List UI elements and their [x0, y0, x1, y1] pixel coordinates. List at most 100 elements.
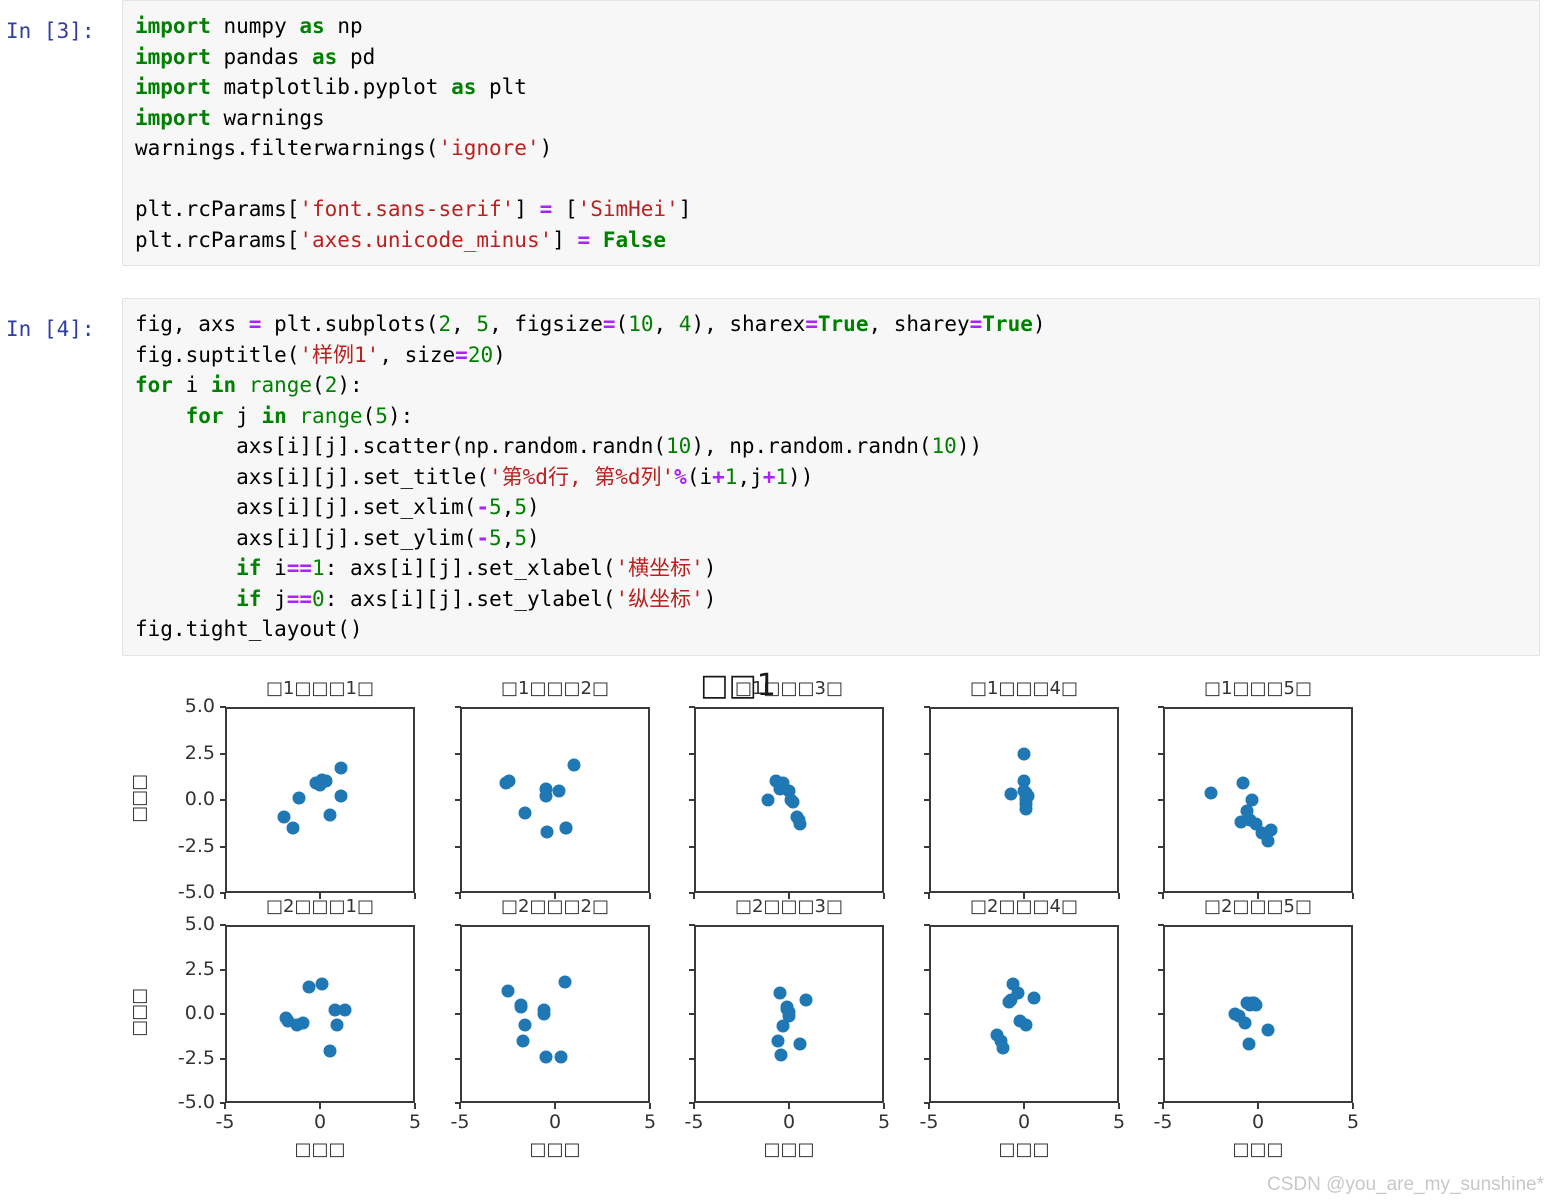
- y-tick-label: -5.0: [177, 1091, 215, 1113]
- y-tick-mark: [220, 845, 226, 848]
- scatter-point: [786, 795, 800, 809]
- scatter-point: [790, 810, 804, 824]
- scatter-point: [558, 975, 571, 989]
- y-tick-mark: [220, 1013, 226, 1015]
- scatter-point: [1017, 784, 1031, 798]
- x-tick-label: 5: [1346, 1111, 1360, 1133]
- scatter-point: [323, 1044, 336, 1058]
- scatter-point: [540, 825, 554, 839]
- y-tick-mark: [220, 1057, 226, 1060]
- scatter-point: [334, 761, 348, 775]
- x-axis-label: □□□: [1232, 1139, 1284, 1160]
- scatter-point: [1245, 793, 1259, 807]
- y-axis-label: □ □ □: [131, 985, 149, 1038]
- scatter-point: [502, 774, 516, 788]
- scatter-point: [1243, 998, 1257, 1012]
- y-tick-mark: [924, 799, 930, 801]
- subplot-r2-c3: □2□□□3□ -5 0 5 □□□: [685, 895, 891, 1160]
- scatter-point: [302, 980, 316, 994]
- scatter-point: [552, 784, 566, 798]
- code-editor-1[interactable]: import numpy as np import pandas as pd i…: [122, 0, 1540, 266]
- x-tick-mark: [649, 1103, 651, 1109]
- y-tick-mark: [689, 968, 695, 971]
- scatter-point: [1261, 1023, 1274, 1037]
- y-tick-mark: [1158, 1013, 1164, 1015]
- scatter-point: [554, 1050, 568, 1064]
- subplot-title: □2□□□4□: [970, 896, 1078, 917]
- subplot-title: □1□□□1□: [266, 678, 374, 699]
- axes-frame: [225, 707, 415, 893]
- subplot-title: □1□□□4□: [970, 678, 1078, 699]
- x-tick-label: -5: [1153, 1111, 1173, 1133]
- scatter-point: [296, 1016, 310, 1030]
- y-axis-label: □ □ □: [131, 771, 149, 824]
- y-tick-mark: [220, 799, 226, 801]
- scatter-point: [518, 1018, 532, 1032]
- y-tick-mark: [1158, 845, 1164, 848]
- scatter-point: [323, 808, 336, 822]
- axes-frame: [460, 925, 650, 1103]
- cell-prompt-in-4: In [4]:: [6, 317, 95, 341]
- scatter-point: [780, 1002, 794, 1016]
- scatter-point: [996, 1041, 1010, 1055]
- code-editor-2[interactable]: fig, axs = plt.subplots(2, 5, figsize=(1…: [122, 298, 1540, 656]
- y-tick-mark: [1158, 968, 1164, 971]
- y-tick-mark: [689, 1013, 695, 1015]
- y-tick-label: 0.0: [184, 788, 215, 810]
- figure-suptitle: □□1: [700, 668, 776, 703]
- y-tick-mark: [455, 845, 461, 848]
- y-tick-mark: [455, 924, 461, 926]
- x-axis-label: □□□: [998, 1139, 1050, 1160]
- scatter-point: [771, 1034, 785, 1048]
- y-tick-mark: [924, 845, 930, 848]
- subplot-r2-c2: □2□□□2□ -5 0 5 □□□: [451, 895, 657, 1160]
- code-cell-1[interactable]: In [3]: import numpy as np import pandas…: [0, 0, 1556, 266]
- scatter-point: [1004, 787, 1018, 801]
- y-tick-mark: [924, 1057, 930, 1060]
- y-tick-label: 2.5: [184, 957, 215, 980]
- scatter-point: [338, 1003, 352, 1017]
- cell-prompt-in-3: In [3]:: [6, 19, 95, 43]
- x-tick-label: 0: [1017, 1111, 1031, 1133]
- y-tick-mark: [689, 924, 695, 926]
- axes-frame: [460, 707, 650, 893]
- subplot-title: □2□□□3□: [735, 896, 843, 917]
- y-tick-mark: [689, 799, 695, 801]
- scatter-point: [537, 1007, 551, 1021]
- subplot-title: □2□□□5□: [1204, 896, 1312, 917]
- scatter-point: [782, 784, 796, 798]
- scatter-point: [1019, 1018, 1033, 1032]
- x-tick-mark: [414, 1103, 416, 1109]
- y-tick-mark: [689, 706, 695, 708]
- x-tick-mark: [1023, 1103, 1025, 1109]
- x-tick-label: -5: [919, 1111, 939, 1133]
- y-tick-mark: [220, 968, 226, 971]
- subplot-r2-c4: □2□□□4□ -5 0 5 □□□: [920, 895, 1126, 1160]
- code-cell-2[interactable]: In [4]: fig, axs = plt.subplots(2, 5, fi…: [0, 298, 1556, 656]
- code-source-2[interactable]: fig, axs = plt.subplots(2, 5, figsize=(1…: [135, 309, 1539, 645]
- x-tick-mark: [224, 1103, 226, 1109]
- y-tick-mark: [455, 968, 461, 971]
- scatter-point: [1261, 834, 1274, 848]
- scatter-point: [330, 1018, 344, 1032]
- x-tick-mark: [1118, 1103, 1120, 1109]
- scatter-point: [776, 1019, 790, 1033]
- scatter-point: [539, 789, 552, 803]
- scatter-point: [1017, 747, 1031, 760]
- scatter-point: [774, 1048, 788, 1062]
- y-tick-label: -5.0: [177, 881, 215, 903]
- scatter-point: [559, 821, 573, 835]
- y-tick-mark: [455, 1057, 461, 1060]
- scatter-point: [286, 821, 300, 835]
- x-tick-label: -5: [450, 1111, 470, 1133]
- x-axis-label: □□□: [763, 1139, 815, 1160]
- code-source-1[interactable]: import numpy as np import pandas as pd i…: [135, 11, 1539, 255]
- scatter-point: [514, 1000, 528, 1014]
- scatter-point: [799, 993, 813, 1007]
- scatter-point: [1236, 776, 1250, 790]
- x-tick-mark: [459, 1103, 461, 1109]
- scatter-point: [1019, 802, 1033, 816]
- scatter-point: [501, 984, 514, 998]
- y-tick-mark: [924, 1013, 930, 1015]
- y-tick-mark: [455, 799, 461, 801]
